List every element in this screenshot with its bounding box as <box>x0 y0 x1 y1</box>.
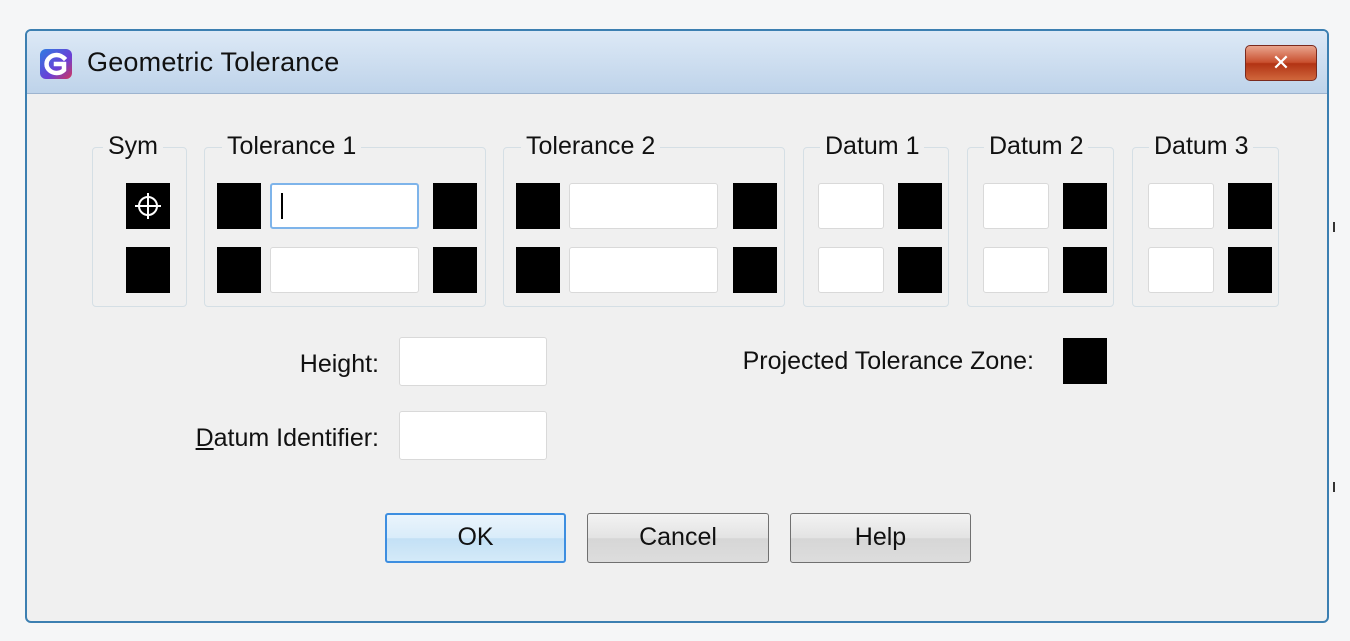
height-field[interactable] <box>399 337 547 386</box>
tolerance2-group: Tolerance 2 <box>503 131 785 307</box>
position-symbol-icon <box>135 193 161 219</box>
datum1-material-swatch-row2[interactable] <box>898 247 942 293</box>
tolerance1-diameter-swatch-row2[interactable] <box>217 247 261 293</box>
tolerance2-diameter-swatch-row1[interactable] <box>516 183 560 229</box>
ok-button[interactable]: OK <box>385 513 566 563</box>
close-icon: ✕ <box>1271 50 1291 75</box>
datum3-field-row1[interactable] <box>1148 183 1214 229</box>
datum2-material-swatch-row1[interactable] <box>1063 183 1107 229</box>
datum2-group-label: Datum 2 <box>984 131 1089 161</box>
tolerance1-value-field-row1[interactable] <box>270 183 419 229</box>
symbol-swatch-row1[interactable] <box>126 183 170 229</box>
datum2-field-row1[interactable] <box>983 183 1049 229</box>
sym-group: Sym <box>92 131 187 307</box>
title-bar[interactable]: Geometric Tolerance ✕ <box>27 31 1327 94</box>
tolerance2-value-field-row2[interactable] <box>569 247 718 293</box>
datum3-material-swatch-row2[interactable] <box>1228 247 1272 293</box>
help-button[interactable]: Help <box>790 513 971 563</box>
tolerance1-material-swatch-row2[interactable] <box>433 247 477 293</box>
datum-identifier-label-rest: atum Identifier: <box>213 424 379 452</box>
symbol-swatch-row2[interactable] <box>126 247 170 293</box>
datum3-group: Datum 3 <box>1132 131 1279 307</box>
window-title: Geometric Tolerance <box>87 47 340 77</box>
cancel-button[interactable]: Cancel <box>587 513 769 563</box>
datum2-group: Datum 2 <box>967 131 1114 307</box>
datum2-material-swatch-row2[interactable] <box>1063 247 1107 293</box>
tolerance2-material-swatch-row2[interactable] <box>733 247 777 293</box>
background-tick-mark <box>1333 482 1335 492</box>
datum1-group: Datum 1 <box>803 131 949 307</box>
datum-identifier-field[interactable] <box>399 411 547 460</box>
datum-identifier-mnemonic: D <box>195 424 214 452</box>
datum1-material-swatch-row1[interactable] <box>898 183 942 229</box>
datum3-field-row2[interactable] <box>1148 247 1214 293</box>
datum1-field-row1[interactable] <box>818 183 884 229</box>
tolerance2-group-label: Tolerance 2 <box>521 131 661 161</box>
datum2-field-row2[interactable] <box>983 247 1049 293</box>
datum-identifier-label: Datum Identifier: <box>127 424 379 453</box>
app-logo-icon <box>40 49 72 79</box>
geometric-tolerance-dialog: Geometric Tolerance ✕ Sym Tolerance 1 To… <box>25 29 1329 623</box>
tolerance1-diameter-swatch-row1[interactable] <box>217 183 261 229</box>
projected-tolerance-zone-label: Projected Tolerance Zone: <box>742 347 1034 375</box>
sym-group-label: Sym <box>103 131 163 161</box>
tolerance2-material-swatch-row1[interactable] <box>733 183 777 229</box>
tolerance1-group-label: Tolerance 1 <box>222 131 362 161</box>
text-caret <box>281 193 283 219</box>
datum1-field-row2[interactable] <box>818 247 884 293</box>
tolerance2-value-field-row1[interactable] <box>569 183 718 229</box>
tolerance1-group: Tolerance 1 <box>204 131 486 307</box>
tolerance1-value-field-row2[interactable] <box>270 247 419 293</box>
close-button[interactable]: ✕ <box>1245 45 1317 81</box>
tolerance1-material-swatch-row1[interactable] <box>433 183 477 229</box>
tolerance2-diameter-swatch-row2[interactable] <box>516 247 560 293</box>
datum3-group-label: Datum 3 <box>1149 131 1254 161</box>
background-tick-mark <box>1333 222 1335 232</box>
height-label: Height: <box>299 350 379 378</box>
datum3-material-swatch-row1[interactable] <box>1228 183 1272 229</box>
projected-tolerance-zone-swatch[interactable] <box>1063 338 1107 384</box>
datum1-group-label: Datum 1 <box>820 131 925 161</box>
